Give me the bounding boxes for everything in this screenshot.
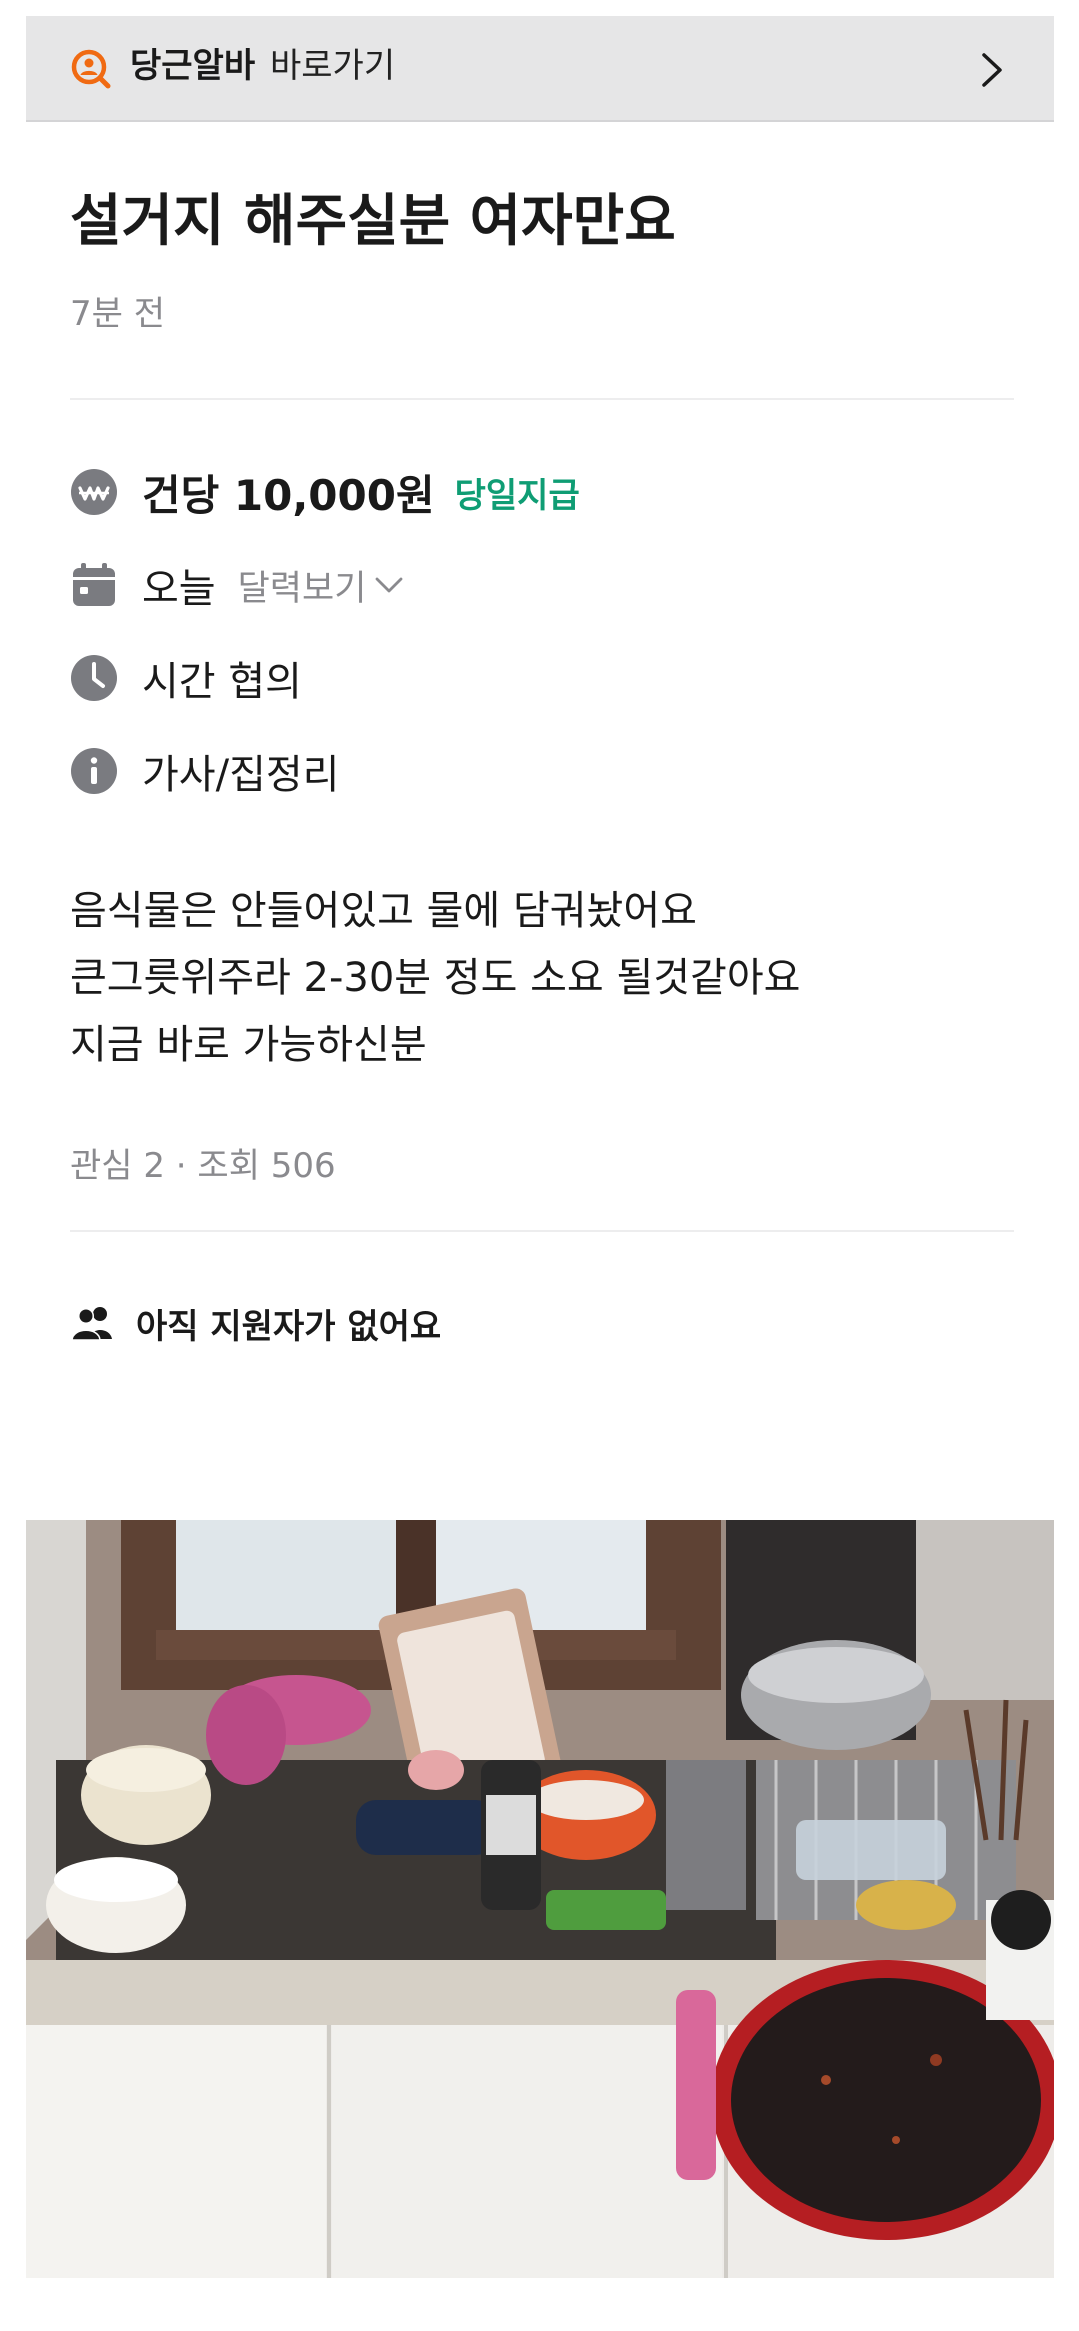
chevron-down-icon[interactable] bbox=[374, 575, 404, 595]
chevron-right-icon[interactable] bbox=[974, 50, 1010, 90]
pay-amount: 건당 10,000원 bbox=[142, 470, 435, 520]
pay-row: 건당 10,000원 당일지급 bbox=[70, 462, 580, 522]
banner-go-link[interactable]: 바로가기 bbox=[270, 44, 395, 88]
description-line: 지금 바로 가능하신분 bbox=[70, 1022, 427, 1068]
applicants-text: 아직 지원자가 없어요 bbox=[136, 1306, 442, 1347]
job-category: 가사/집정리 bbox=[142, 752, 340, 798]
calendar-view-link[interactable]: 달력보기 bbox=[238, 560, 367, 611]
work-time: 시간 협의 bbox=[142, 659, 302, 705]
description-line: 큰그릇위주라 2-30분 정도 소요 될것같아요 bbox=[70, 955, 801, 1001]
daangn-alba-banner[interactable]: 당근알바 바로가기 bbox=[26, 16, 1054, 122]
same-day-pay-badge: 당일지급 bbox=[454, 475, 580, 516]
magnifier-person-icon bbox=[71, 49, 111, 89]
post-time-ago: 7분 전 bbox=[70, 294, 165, 334]
banner-brand-name: 당근알바 bbox=[130, 46, 256, 86]
job-post-page: 당근알바 바로가기 설거지 해주실분 여자만요 7분 전 건당 10,000원 … bbox=[26, 16, 1054, 2331]
applicants-status: 아직 지원자가 없어요 bbox=[70, 1298, 441, 1348]
section-divider bbox=[70, 1230, 1014, 1232]
work-date: 오늘 bbox=[142, 566, 216, 612]
description-line: 음식물은 안들어있고 물에 담궈놨어요 bbox=[70, 888, 697, 934]
clock-icon bbox=[71, 655, 117, 701]
calendar-icon bbox=[73, 563, 115, 606]
section-divider bbox=[70, 398, 1014, 400]
post-photo[interactable] bbox=[26, 1520, 1054, 2278]
post-stats: 관심 2 · 조회 506 bbox=[70, 1146, 336, 1186]
info-icon bbox=[71, 748, 117, 794]
time-row: 시간 협의 bbox=[70, 648, 302, 708]
post-title: 설거지 해주실분 여자만요 bbox=[70, 189, 676, 254]
post-description: 음식물은 안들어있고 물에 담궈놨어요 큰그릇위주라 2-30분 정도 소요 될… bbox=[70, 878, 800, 1079]
date-row: 오늘 달력보기 bbox=[70, 555, 404, 615]
people-icon bbox=[71, 1307, 112, 1341]
won-coin-icon bbox=[71, 469, 117, 515]
category-row: 가사/집정리 bbox=[70, 741, 339, 801]
